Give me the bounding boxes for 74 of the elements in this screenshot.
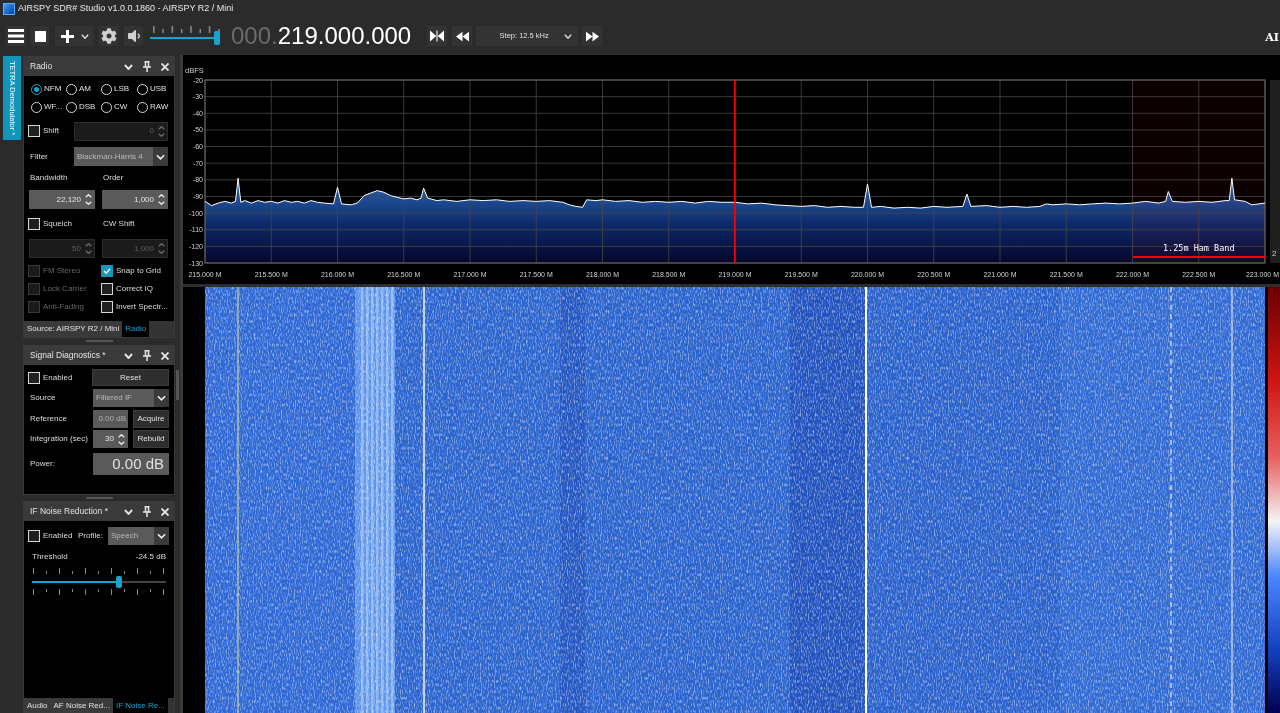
logo-text: AI bbox=[1265, 29, 1280, 46]
slider-thumb[interactable] bbox=[214, 31, 220, 45]
pin-icon[interactable] bbox=[143, 506, 151, 517]
rebuild-button[interactable]: Rebuild bbox=[133, 430, 169, 448]
panel-title: IF Noise Reduction * bbox=[30, 505, 109, 518]
plus-icon[interactable] bbox=[60, 29, 74, 43]
window-title: AIRSPY SDR# Studio v1.0.0.1860 - AIRSPY R2 / Mini bbox=[18, 1, 234, 15]
panel-tab[interactable]: Audio bbox=[24, 698, 51, 713]
checkbox[interactable] bbox=[101, 264, 113, 277]
threshold-reading: -24.5 dB bbox=[135, 551, 166, 563]
field-label: Integration (sec) bbox=[29, 433, 89, 445]
radio-label: RAW bbox=[150, 101, 169, 113]
radio-label: USB bbox=[150, 83, 167, 95]
panel-title: Signal Diagnostics * bbox=[30, 349, 107, 362]
radio-label: WF... bbox=[44, 101, 63, 113]
panel-title: Radio bbox=[30, 60, 54, 73]
checkbox-label: Anti-Fading bbox=[43, 300, 84, 313]
radio-label: DSB bbox=[79, 101, 96, 113]
number-field: 1,000 bbox=[102, 239, 168, 258]
check-icon bbox=[103, 267, 111, 274]
radio-label: LSB bbox=[114, 83, 130, 95]
reset-button[interactable]: Reset bbox=[92, 369, 169, 386]
field-label: CW Shift bbox=[102, 218, 136, 230]
band-label: 1.25m Ham Band bbox=[1162, 243, 1235, 253]
close-icon[interactable] bbox=[161, 62, 169, 71]
slider-thumb[interactable] bbox=[116, 576, 123, 588]
field-label: Order bbox=[102, 172, 125, 184]
add-button[interactable] bbox=[55, 26, 94, 46]
field-label: Source bbox=[29, 392, 57, 404]
panel-tab[interactable]: AF Noise Red... bbox=[50, 698, 113, 713]
checkbox-label: Shift bbox=[43, 125, 59, 137]
pin-icon[interactable] bbox=[143, 350, 151, 361]
checkbox-label: Snap to Grid bbox=[116, 264, 161, 277]
checkbox-label: Correct IQ bbox=[116, 282, 153, 295]
field-label: Power: bbox=[29, 458, 56, 470]
pin-icon[interactable] bbox=[143, 61, 151, 72]
checkbox-label: Lock Carrier bbox=[43, 282, 87, 295]
radio-label: CW bbox=[114, 101, 128, 113]
volume-slider[interactable] bbox=[150, 25, 220, 47]
frequency-display: 219.000.000 bbox=[277, 24, 412, 48]
field-label: Reference bbox=[29, 413, 68, 425]
field-label: Profile: bbox=[78, 530, 104, 542]
checkbox-label: Invert Spectr... bbox=[116, 300, 168, 313]
power-readout: 0.00 dB bbox=[93, 453, 169, 475]
close-icon[interactable] bbox=[161, 351, 169, 360]
close-icon[interactable] bbox=[161, 507, 169, 516]
panel-tab[interactable]: Radio bbox=[122, 321, 150, 337]
splitter-handle[interactable] bbox=[85, 497, 113, 499]
side-label: 2 bbox=[1272, 249, 1277, 258]
acquire-button[interactable]: Acquire bbox=[133, 410, 169, 428]
slider-ticks bbox=[150, 25, 220, 35]
field-label: Threshold bbox=[32, 551, 68, 563]
source-dropdown[interactable]: Filtered IF bbox=[93, 389, 169, 407]
checkbox-label: Enabled bbox=[43, 371, 73, 384]
field-label: Filter bbox=[29, 150, 49, 163]
splitter-handle[interactable] bbox=[85, 340, 113, 342]
chevron-down-icon[interactable] bbox=[154, 389, 169, 407]
filter-dropdown[interactable]: Blackman-Harris 4 bbox=[74, 147, 168, 166]
app-logo-icon bbox=[3, 2, 15, 15]
chevron-down-icon[interactable] bbox=[153, 147, 168, 166]
radio-label: NFM bbox=[44, 83, 62, 95]
stop-button[interactable] bbox=[31, 26, 49, 46]
chevron-down-icon[interactable] bbox=[154, 527, 169, 545]
checkbox-label: FM Stereo bbox=[43, 264, 81, 277]
panel-tab[interactable]: IF Noise Re... bbox=[112, 698, 168, 713]
frequency-leading-digits: 000. bbox=[231, 24, 278, 48]
checkbox-label: Squelch bbox=[43, 218, 72, 230]
panel-tab[interactable]: Source: AIRSPY R2 / Mini bbox=[24, 321, 123, 337]
stop-icon[interactable] bbox=[34, 30, 46, 42]
profile-dropdown[interactable]: Speech bbox=[108, 527, 169, 545]
checkbox-label: Enabled bbox=[43, 530, 73, 542]
threshold-slider[interactable] bbox=[32, 568, 166, 596]
radio-label: AM bbox=[79, 83, 91, 95]
field-label: Bandwidth bbox=[29, 172, 69, 184]
